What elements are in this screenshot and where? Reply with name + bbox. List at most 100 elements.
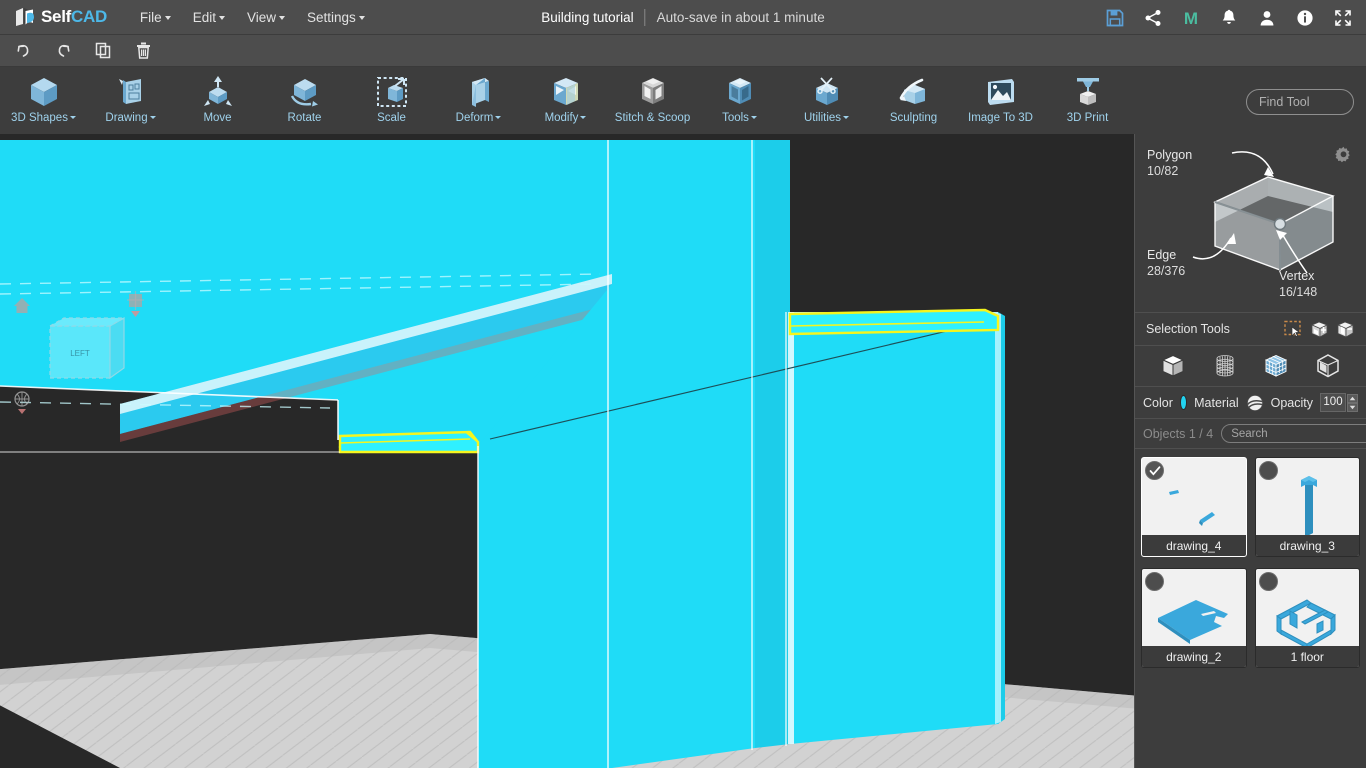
chevron-down-icon	[750, 116, 757, 120]
tool-tools[interactable]: Tools	[696, 67, 783, 134]
find-tool-input[interactable]	[1246, 89, 1354, 115]
objects-search-input[interactable]	[1221, 424, 1366, 443]
action-toolbar	[0, 35, 1366, 67]
color-label: Color	[1143, 395, 1173, 410]
tool-label: Utilities	[804, 112, 850, 125]
menu-item-file[interactable]: File	[129, 6, 182, 29]
brand-cad-text: CAD	[70, 7, 107, 26]
color-swatch[interactable]	[1179, 395, 1188, 410]
tool-sculpting[interactable]: Sculpting	[870, 67, 957, 134]
divider	[644, 8, 646, 26]
tool-label: Image To 3D	[968, 112, 1033, 124]
brand-logo-area[interactable]: SelfCAD	[14, 6, 107, 28]
chevron-down-icon	[278, 15, 285, 20]
object-name: 1 floor	[1255, 646, 1359, 667]
tool-label: 3D Print	[1066, 112, 1109, 124]
header-icon-group: M	[1104, 0, 1354, 35]
selection-tools-row: Selection Tools	[1135, 313, 1366, 346]
add-selection-icon[interactable]	[1306, 317, 1332, 341]
info-icon[interactable]	[1294, 7, 1316, 29]
object-checkbox[interactable]	[1258, 461, 1278, 480]
tool-stitch-scoop[interactable]: Stitch & Scoop	[609, 67, 696, 134]
tool-label: Stitch & Scoop	[614, 112, 691, 124]
tool-drawing[interactable]: Drawing	[87, 67, 174, 134]
nav-view-cube: LEFT	[47, 316, 127, 380]
autosave-status: Auto-save in about 1 minute	[656, 9, 825, 25]
stepper-up-icon[interactable]	[1347, 393, 1358, 403]
tool-deform[interactable]: Deform	[435, 67, 522, 134]
tool-label: Modify	[545, 112, 587, 125]
letter-m-icon[interactable]: M	[1180, 7, 1202, 29]
menu-item-settings[interactable]: Settings	[296, 6, 376, 29]
objects-count-label: Objects 1 / 4	[1143, 426, 1214, 441]
selfcad-logo-icon	[14, 6, 36, 28]
polygon-value: 10/82	[1147, 164, 1179, 178]
undo-button[interactable]	[6, 38, 40, 64]
tool-3d-shapes[interactable]: 3D Shapes	[0, 67, 87, 134]
brand-self-text: Self	[41, 7, 71, 26]
material-sphere-icon[interactable]	[1246, 394, 1264, 412]
material-label: Material	[1194, 395, 1239, 410]
tool-tools-label: Tools	[722, 112, 749, 124]
tool-modify[interactable]: Modify	[522, 67, 609, 134]
mesh-info-panel: Polygon 10/82 Edge 28/376 Vertex 16/148	[1135, 134, 1366, 313]
subtract-selection-icon[interactable]	[1332, 317, 1358, 341]
tool-move[interactable]: Move	[174, 67, 261, 134]
polygon-label: Polygon	[1147, 148, 1193, 162]
object-card-drawing-2[interactable]: drawing_2	[1141, 568, 1247, 668]
tool-scale[interactable]: Scale	[348, 67, 435, 134]
edge-mode-icon[interactable]	[1313, 351, 1343, 381]
rectangle-select-icon[interactable]	[1280, 317, 1306, 341]
menu-item-view[interactable]: View	[236, 6, 296, 29]
opacity-stepper[interactable]	[1347, 393, 1358, 412]
tool-3d-print[interactable]: 3D Print	[1044, 67, 1131, 134]
cube-icon	[26, 73, 62, 111]
polygon-mode-icon[interactable]	[1261, 351, 1291, 381]
3d-viewport[interactable]: LEFT	[0, 134, 1134, 768]
menu-item-edit[interactable]: Edit	[182, 6, 236, 29]
notifications-bell-icon[interactable]	[1218, 7, 1240, 29]
vertex-info: Vertex 16/148	[1279, 268, 1317, 300]
redo-button[interactable]	[46, 38, 80, 64]
object-checkbox[interactable]	[1145, 572, 1164, 591]
tool-deform-label: Deform	[455, 112, 494, 124]
object-checkbox[interactable]	[1258, 572, 1278, 591]
tool-label: Move	[203, 112, 232, 124]
tools-box-icon	[722, 73, 758, 111]
move-arrows-icon	[200, 73, 236, 111]
selfcad-application: SelfCAD File Edit View Settings Building…	[0, 0, 1366, 768]
copy-button[interactable]	[86, 38, 120, 64]
object-mode-icon[interactable]	[1158, 351, 1188, 381]
opacity-value[interactable]: 100	[1320, 393, 1346, 412]
vertex-value: 16/148	[1279, 285, 1318, 299]
sculpting-brush-icon	[896, 73, 932, 111]
object-card-drawing-3[interactable]: drawing_3	[1254, 457, 1360, 557]
image-to-3d-icon	[983, 73, 1019, 111]
objects-search-wrap	[1221, 424, 1366, 443]
tool-label: Deform	[456, 112, 502, 125]
menu-item-view-label: View	[246, 9, 276, 25]
object-card-1-floor[interactable]: 1 floor	[1254, 568, 1360, 668]
document-title[interactable]: Building tutorial	[541, 10, 633, 25]
user-account-icon[interactable]	[1256, 7, 1278, 29]
stepper-down-icon[interactable]	[1347, 402, 1358, 412]
object-card-drawing-4[interactable]: drawing_4	[1141, 457, 1247, 557]
trash-icon[interactable]	[126, 38, 160, 64]
3d-print-icon	[1070, 73, 1106, 111]
vertex-mode-icon[interactable]	[1210, 351, 1240, 381]
stitch-scoop-icon	[635, 73, 671, 111]
tool-label: Scale	[377, 112, 406, 124]
tool-rotate[interactable]: Rotate	[261, 67, 348, 134]
tool-image-to-3d[interactable]: Image To 3D	[957, 67, 1044, 134]
scale-icon	[374, 73, 410, 111]
save-icon[interactable]	[1104, 7, 1126, 29]
chevron-down-icon	[495, 116, 502, 120]
share-icon[interactable]	[1142, 7, 1164, 29]
object-checkbox[interactable]	[1145, 461, 1164, 480]
edge-info: Edge 28/376	[1147, 247, 1185, 279]
selected-faces-left	[338, 430, 480, 454]
rotate-icon	[287, 73, 323, 111]
tool-utilities[interactable]: Utilities	[783, 67, 870, 134]
opacity-control[interactable]: 100	[1320, 393, 1358, 412]
fullscreen-icon[interactable]	[1332, 7, 1354, 29]
